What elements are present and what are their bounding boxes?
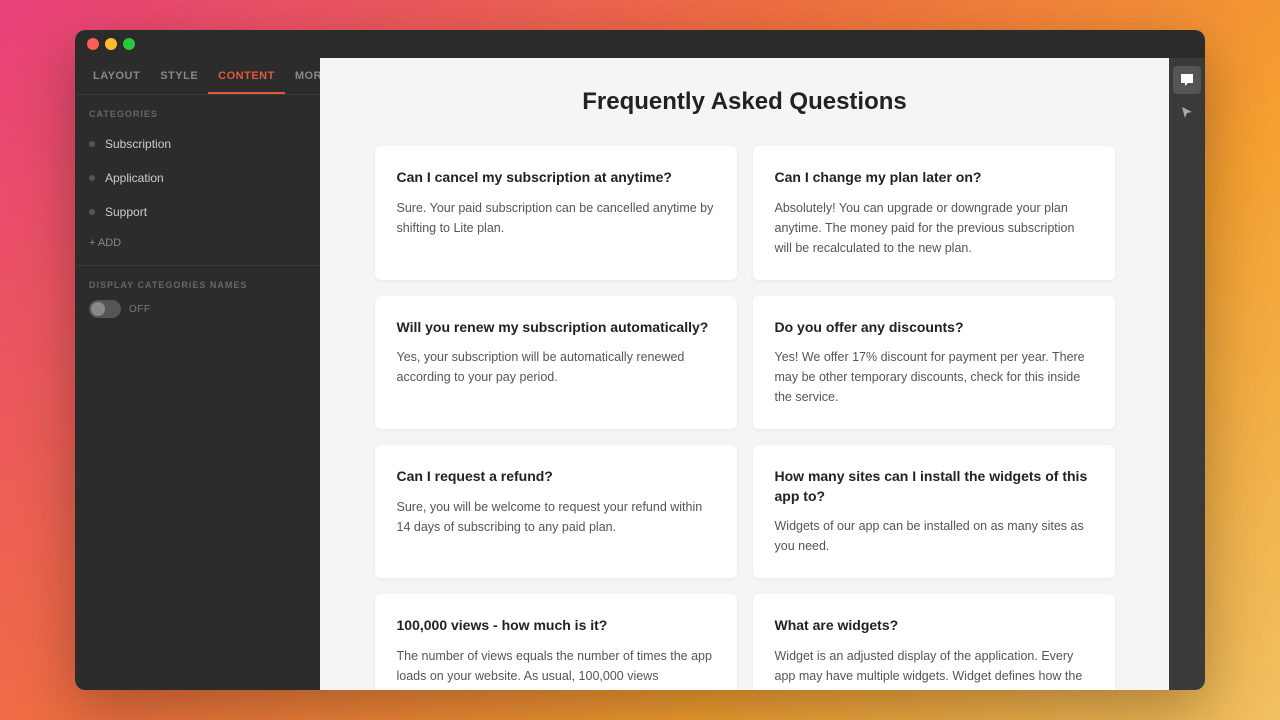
faq-answer-2: Yes, your subscription will be automatic… (397, 347, 715, 387)
close-button[interactable] (87, 38, 99, 50)
maximize-button[interactable] (123, 38, 135, 50)
faq-card-2: Will you renew my subscription automatic… (375, 296, 737, 430)
category-dot (89, 141, 95, 147)
categories-label: CATEGORIES (75, 95, 320, 127)
tab-layout[interactable]: LAYOUT (83, 58, 150, 94)
faq-answer-0: Sure. Your paid subscription can be canc… (397, 198, 715, 238)
minimize-button[interactable] (105, 38, 117, 50)
faq-card-3: Do you offer any discounts? Yes! We offe… (753, 296, 1115, 430)
faq-answer-1: Absolutely! You can upgrade or downgrade… (775, 198, 1093, 258)
tab-style[interactable]: STYLE (150, 58, 208, 94)
delete-category-application[interactable]: ✕ (288, 169, 306, 187)
sidebar: LAYOUT STYLE CONTENT MORE CATEGORIES Sub… (75, 58, 320, 690)
window-body: LAYOUT STYLE CONTENT MORE CATEGORIES Sub… (75, 58, 1205, 690)
faq-card-5: How many sites can I install the widgets… (753, 445, 1115, 578)
faq-card-1: Can I change my plan later on? Absolutel… (753, 146, 1115, 280)
faq-answer-7: Widget is an adjusted display of the app… (775, 646, 1093, 690)
faq-title: Frequently Asked Questions (375, 88, 1115, 116)
faq-question-6: 100,000 views - how much is it? (397, 616, 715, 636)
pointer-icon-button[interactable] (1173, 98, 1201, 126)
faq-card-0: Can I cancel my subscription at anytime?… (375, 146, 737, 280)
faq-area: Frequently Asked Questions Can I cancel … (335, 58, 1155, 690)
tab-bar: LAYOUT STYLE CONTENT MORE (75, 58, 320, 95)
display-section: DISPLAY CATEGORIES NAMES OFF (75, 265, 320, 318)
toggle-row: OFF (89, 300, 306, 318)
copy-category-support[interactable]: ⧉ (266, 203, 284, 221)
faq-card-6: 100,000 views - how much is it? The numb… (375, 594, 737, 690)
faq-question-1: Can I change my plan later on? (775, 168, 1093, 188)
add-category-button[interactable]: + ADD (75, 229, 320, 257)
category-item-application[interactable]: Application ⧉ ✕ (75, 161, 320, 195)
display-names-toggle[interactable] (89, 300, 121, 318)
delete-category-subscription[interactable]: ✕ (288, 135, 306, 153)
faq-answer-5: Widgets of our app can be installed on a… (775, 516, 1093, 556)
category-name-application: Application (105, 171, 266, 185)
faq-question-2: Will you renew my subscription automatic… (397, 318, 715, 338)
category-name-support: Support (105, 205, 266, 219)
faq-question-4: Can I request a refund? (397, 467, 715, 487)
titlebar (75, 30, 1205, 58)
faq-answer-4: Sure, you will be welcome to request you… (397, 497, 715, 537)
copy-category-application[interactable]: ⧉ (266, 169, 284, 187)
main-content: Frequently Asked Questions Can I cancel … (320, 58, 1169, 690)
category-dot-application (89, 175, 95, 181)
app-window: LAYOUT STYLE CONTENT MORE CATEGORIES Sub… (75, 30, 1205, 690)
faq-card-4: Can I request a refund? Sure, you will b… (375, 445, 737, 578)
tab-more[interactable]: MORE (285, 58, 320, 94)
traffic-lights (87, 38, 135, 50)
category-name-subscription: Subscription (105, 137, 266, 151)
faq-question-3: Do you offer any discounts? (775, 318, 1093, 338)
toggle-knob (91, 302, 105, 316)
tab-content[interactable]: CONTENT (208, 58, 285, 94)
toggle-state-label: OFF (129, 304, 151, 315)
category-item-subscription[interactable]: Subscription ⧉ ✕ (75, 127, 320, 161)
copy-category-subscription[interactable]: ⧉ (266, 135, 284, 153)
faq-answer-6: The number of views equals the number of… (397, 646, 715, 690)
display-label: DISPLAY CATEGORIES NAMES (89, 280, 306, 290)
faq-question-0: Can I cancel my subscription at anytime? (397, 168, 715, 188)
faq-question-5: How many sites can I install the widgets… (775, 467, 1093, 506)
faq-grid: Can I cancel my subscription at anytime?… (375, 146, 1115, 690)
delete-category-support[interactable]: ✕ (288, 203, 306, 221)
side-icon-panel (1169, 58, 1205, 690)
faq-card-7: What are widgets? Widget is an adjusted … (753, 594, 1115, 690)
chat-icon-button[interactable] (1173, 66, 1201, 94)
category-item-support[interactable]: Support ⧉ ✕ (75, 195, 320, 229)
faq-answer-3: Yes! We offer 17% discount for payment p… (775, 347, 1093, 407)
faq-question-7: What are widgets? (775, 616, 1093, 636)
category-dot-support (89, 209, 95, 215)
